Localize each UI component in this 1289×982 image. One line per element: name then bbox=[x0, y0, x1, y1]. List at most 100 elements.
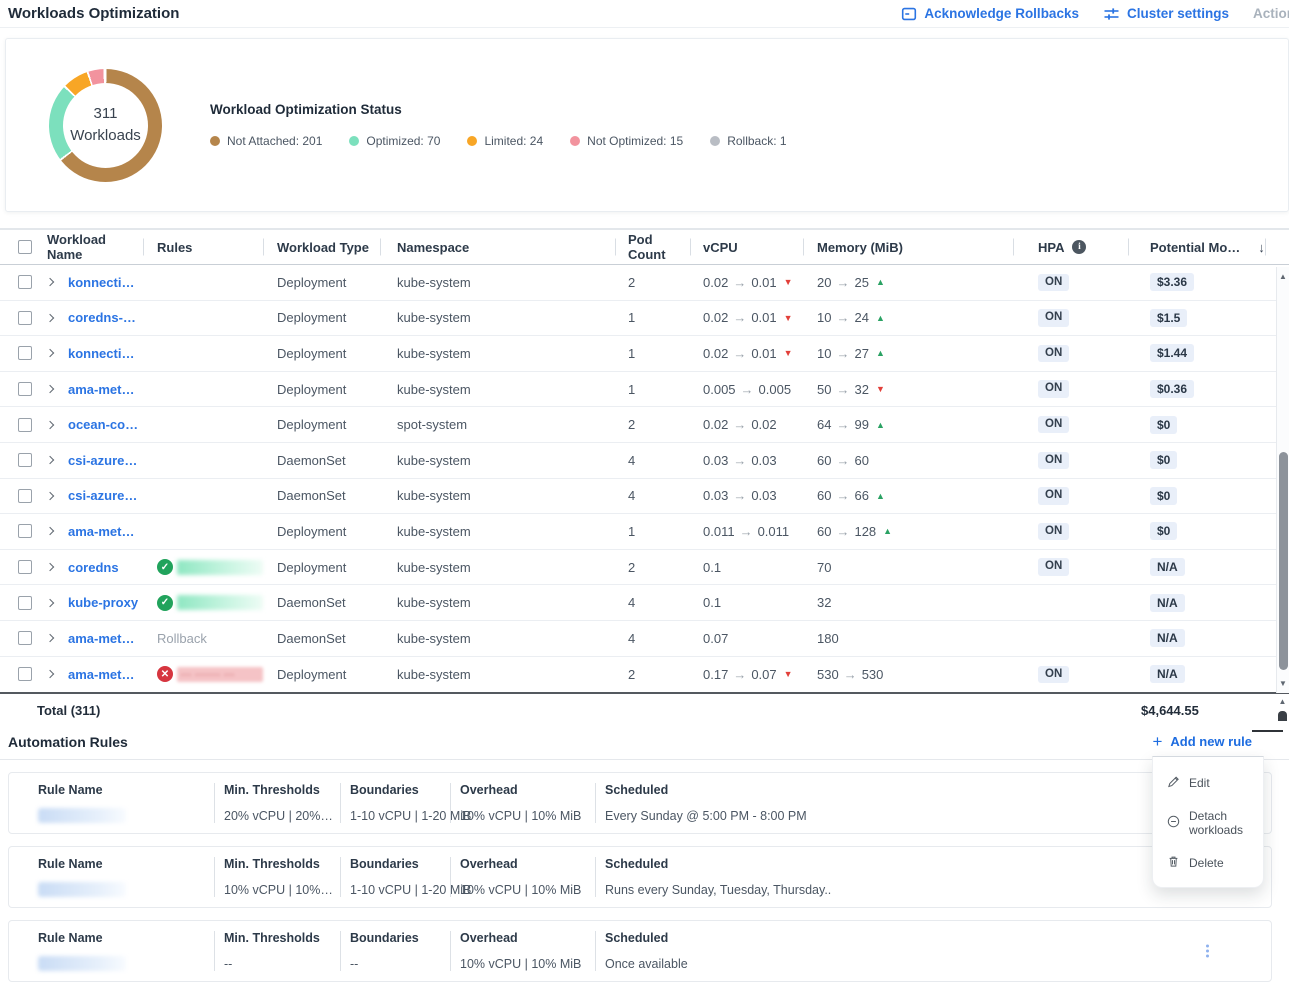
workload-name-link[interactable]: ama-met… bbox=[68, 382, 134, 397]
row-checkbox[interactable] bbox=[18, 418, 32, 432]
expand-chevron-icon[interactable] bbox=[46, 420, 54, 428]
expand-chevron-icon[interactable] bbox=[46, 527, 54, 535]
acknowledge-rollbacks-icon bbox=[901, 6, 917, 22]
cluster-settings-button[interactable]: Cluster settings bbox=[1103, 6, 1229, 22]
cell-namespace: kube-system bbox=[380, 310, 615, 325]
cell-pod-count: 1 bbox=[615, 310, 690, 325]
expand-chevron-icon[interactable] bbox=[46, 598, 54, 606]
hpa-on-badge: ON bbox=[1038, 523, 1069, 541]
scrollbar-thumb[interactable] bbox=[1278, 711, 1287, 721]
trend-up-icon: ▲ bbox=[876, 313, 885, 323]
rule-boundaries-value: 1-10 vCPU | 1-20 MiB bbox=[350, 809, 450, 823]
cell-vcpu: 0.02→0.01▼ bbox=[690, 275, 803, 290]
page-scrollbar[interactable]: ▲ bbox=[1276, 697, 1289, 723]
cell-namespace: kube-system bbox=[380, 453, 615, 468]
hpa-info-icon[interactable]: i bbox=[1072, 240, 1086, 254]
column-header-potential-monthly[interactable]: Potential Mo…↓ bbox=[1128, 230, 1278, 264]
workload-name-link[interactable]: coredns bbox=[68, 560, 119, 575]
workload-name-link[interactable]: konnecti… bbox=[68, 275, 134, 290]
row-checkbox[interactable] bbox=[18, 667, 32, 681]
menu-item-label: Edit bbox=[1189, 776, 1210, 790]
scroll-up-icon[interactable]: ▲ bbox=[1277, 273, 1289, 281]
hpa-on-badge: ON bbox=[1038, 452, 1069, 470]
cell-memory: 60→128▲ bbox=[803, 524, 1013, 539]
column-header-rules[interactable]: Rules bbox=[143, 230, 263, 264]
expand-chevron-icon[interactable] bbox=[46, 314, 54, 322]
add-new-rule-button[interactable]: + Add new rule bbox=[1152, 733, 1252, 750]
row-checkbox[interactable] bbox=[18, 382, 32, 396]
expand-chevron-icon[interactable] bbox=[46, 385, 54, 393]
vcpu-recommended: 0.03 bbox=[751, 453, 776, 468]
page-title: Workloads Optimization bbox=[8, 5, 179, 22]
expand-chevron-icon[interactable] bbox=[46, 456, 54, 464]
column-header-namespace[interactable]: Namespace bbox=[380, 230, 615, 264]
automation-rules-section: Automation Rules + Add new rule Rule Nam… bbox=[0, 727, 1289, 982]
row-checkbox[interactable] bbox=[18, 524, 32, 538]
rule-error-x-icon: ✕ bbox=[157, 666, 173, 682]
row-checkbox[interactable] bbox=[18, 631, 32, 645]
vcpu-recommended: 0.011 bbox=[758, 524, 790, 539]
acknowledge-rollbacks-button[interactable]: Acknowledge Rollbacks bbox=[901, 6, 1079, 22]
expand-chevron-icon[interactable] bbox=[46, 492, 54, 500]
scrollbar-thumb[interactable] bbox=[1279, 452, 1288, 670]
sort-descending-icon[interactable]: ↓ bbox=[1258, 240, 1265, 255]
trend-up-icon: ▲ bbox=[876, 277, 885, 287]
row-checkbox[interactable] bbox=[18, 346, 32, 360]
rule-name-field: Rule Name bbox=[9, 857, 214, 897]
trend-up-icon: ▲ bbox=[876, 348, 885, 358]
expand-chevron-icon[interactable] bbox=[46, 278, 54, 286]
expand-chevron-icon[interactable] bbox=[46, 563, 54, 571]
legend-label: Not Attached: 201 bbox=[227, 134, 322, 148]
rule-boundaries-value: -- bbox=[350, 957, 450, 971]
row-checkbox[interactable] bbox=[18, 560, 32, 574]
workload-name-link[interactable]: coredns-… bbox=[68, 310, 136, 325]
row-checkbox[interactable] bbox=[18, 275, 32, 289]
cell-select bbox=[18, 524, 47, 538]
workload-name-link[interactable]: ama-met… bbox=[68, 631, 134, 646]
menu-item-delete[interactable]: Delete bbox=[1153, 846, 1263, 880]
column-label: Namespace bbox=[397, 240, 469, 255]
memory-recommended: 530 bbox=[862, 667, 884, 682]
workload-name-link[interactable]: ocean-co… bbox=[68, 417, 138, 432]
rule-overhead-field: Overhead10% vCPU | 10% MiB bbox=[450, 783, 595, 823]
rule-scheduled-value: Once available bbox=[605, 957, 1271, 971]
workload-name-link[interactable]: ama-met… bbox=[68, 524, 134, 539]
cell-workload-name: ama-met… bbox=[68, 667, 143, 682]
column-label: Memory (MiB) bbox=[817, 240, 903, 255]
workload-name-link[interactable]: csi-azure… bbox=[68, 453, 137, 468]
workload-name-link[interactable]: ama-met… bbox=[68, 667, 134, 682]
actions-button[interactable]: Action bbox=[1253, 6, 1289, 21]
change-arrow-icon: → bbox=[831, 346, 854, 361]
row-checkbox[interactable] bbox=[18, 489, 32, 503]
rule-more-actions-icon[interactable] bbox=[1206, 945, 1209, 958]
expand-chevron-icon[interactable] bbox=[46, 349, 54, 357]
menu-item-detach-workloads[interactable]: Detach workloads bbox=[1153, 800, 1263, 846]
workload-name-link[interactable]: kube-proxy bbox=[68, 595, 138, 610]
column-header-workload-type[interactable]: Workload Type bbox=[263, 230, 380, 264]
scroll-down-icon[interactable]: ▼ bbox=[1277, 680, 1289, 688]
column-header-memory[interactable]: Memory (MiB) bbox=[803, 230, 1013, 264]
rule-approved-check-icon: ✓ bbox=[157, 595, 173, 611]
scroll-up-icon[interactable]: ▲ bbox=[1276, 697, 1289, 706]
column-header-pod-count[interactable]: Pod Count bbox=[615, 230, 690, 264]
rule-boundaries-field: Boundaries1-10 vCPU | 1-20 MiB bbox=[340, 783, 450, 823]
expand-chevron-icon[interactable] bbox=[46, 670, 54, 678]
column-header-vcpu[interactable]: vCPU bbox=[690, 230, 803, 264]
row-checkbox[interactable] bbox=[18, 453, 32, 467]
row-checkbox[interactable] bbox=[18, 596, 32, 610]
column-header-hpa[interactable]: HPAi bbox=[1013, 230, 1128, 264]
expand-chevron-icon[interactable] bbox=[46, 634, 54, 642]
select-all-checkbox[interactable] bbox=[18, 240, 32, 254]
cell-potential-monthly: $3.36 bbox=[1128, 273, 1278, 291]
potential-savings-badge: $0 bbox=[1150, 522, 1177, 540]
hpa-on-badge: ON bbox=[1038, 487, 1069, 505]
cell-select bbox=[18, 667, 47, 681]
row-checkbox[interactable] bbox=[18, 311, 32, 325]
column-header-workload-name[interactable]: Workload Name bbox=[47, 230, 143, 264]
menu-item-edit[interactable]: Edit bbox=[1153, 766, 1263, 800]
workload-name-link[interactable]: csi-azure… bbox=[68, 488, 137, 503]
vcpu-current: 0.1 bbox=[703, 595, 721, 610]
detach-workloads-icon bbox=[1167, 815, 1180, 831]
workload-name-link[interactable]: konnecti… bbox=[68, 346, 134, 361]
table-scrollbar[interactable]: ▲ ▼ bbox=[1276, 267, 1289, 693]
